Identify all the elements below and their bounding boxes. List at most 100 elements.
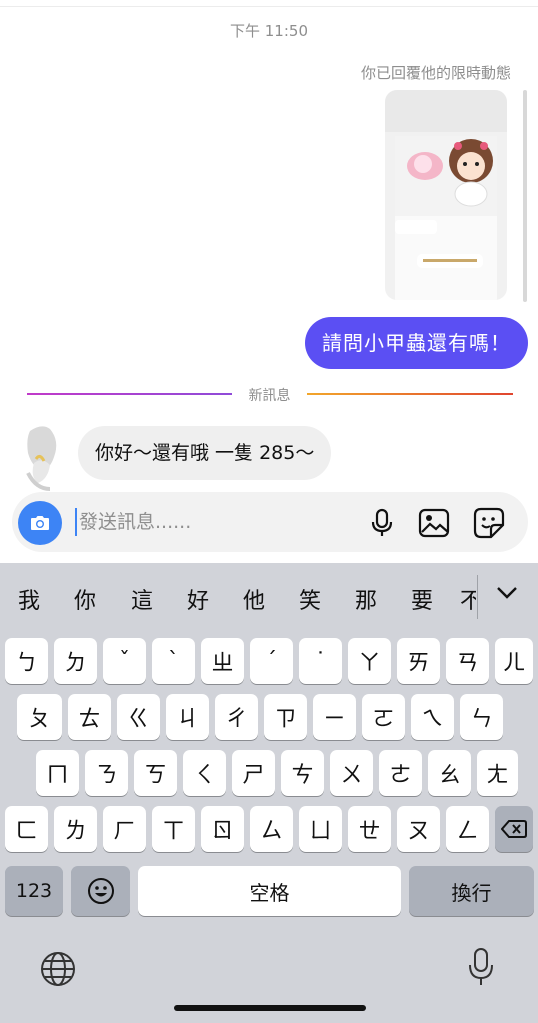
candidate-word[interactable]: 好 (181, 583, 215, 615)
text-caret (75, 508, 77, 536)
chat-thread: 下午 11:50 你已回覆他的限時動態 請問小甲蟲還有嗎！ 新訊息 你好～還有哦… (0, 0, 538, 563)
key[interactable]: ㄊ (68, 694, 111, 740)
candidate-word[interactable]: 你 (68, 583, 102, 615)
key[interactable]: ㄆ (17, 694, 62, 740)
candidate-word[interactable]: 這 (125, 583, 159, 615)
key[interactable]: ㄑ (183, 750, 226, 796)
key-label: ㄚ (358, 651, 381, 676)
key-label: ㄏ (113, 819, 136, 844)
key[interactable]: ㄝ (348, 806, 391, 852)
sticker-icon (473, 507, 505, 539)
key[interactable]: ㄣ (460, 694, 503, 740)
outgoing-message-bubble[interactable]: 請問小甲蟲還有嗎！ (305, 317, 528, 369)
key[interactable]: ㄔ (215, 694, 258, 740)
sticker-button[interactable] (472, 506, 506, 540)
sender-avatar[interactable] (20, 423, 66, 493)
key[interactable]: ㄜ (379, 750, 422, 796)
key[interactable]: ㄗ (264, 694, 307, 740)
key[interactable]: ㄚ (348, 638, 391, 684)
microphone-button[interactable] (365, 506, 399, 540)
key[interactable]: ㄨ (330, 750, 373, 796)
new-messages-label: 新訊息 (248, 388, 291, 404)
key[interactable]: ˇ (103, 638, 146, 684)
key-label: ㄐ (176, 707, 199, 732)
key[interactable]: ㄘ (281, 750, 324, 796)
globe-button[interactable] (39, 950, 77, 992)
expand-candidates-button[interactable] (495, 585, 519, 605)
candidate-word[interactable]: 那 (349, 583, 383, 615)
globe-icon (41, 952, 75, 986)
key[interactable]: ㄢ (446, 638, 489, 684)
key-label: ㄖ (211, 819, 234, 844)
image-icon (418, 508, 450, 538)
scroll-indicator[interactable] (523, 90, 527, 302)
candidate-word[interactable]: 我 (12, 583, 46, 615)
key[interactable]: ㄉ (54, 638, 97, 684)
story-photo (387, 136, 497, 300)
key[interactable]: ㄟ (411, 694, 454, 740)
candidate-bar: 我 你 這 好 他 笑 那 要 不 (0, 563, 538, 633)
key-label: ㄧ (323, 707, 346, 732)
space-key[interactable]: 空格 (138, 866, 401, 916)
key-label: ㄍ (127, 707, 150, 732)
message-timestamp: 下午 11:50 (230, 22, 308, 40)
key-label: ㄝ (358, 819, 381, 844)
candidate-separator (477, 575, 478, 619)
key-label: ㄩ (309, 819, 332, 844)
incoming-message-bubble[interactable]: 你好～還有哦 一隻 285～ (78, 426, 332, 480)
key[interactable]: ㄓ (201, 638, 244, 684)
key[interactable]: ㄖ (201, 806, 244, 852)
key[interactable]: ㄇ (36, 750, 79, 796)
new-messages-divider-left (27, 393, 232, 395)
key[interactable]: ㄈ (5, 806, 48, 852)
key[interactable]: ㄩ (299, 806, 342, 852)
key[interactable]: ㄥ (446, 806, 489, 852)
home-indicator[interactable] (174, 1005, 366, 1011)
key[interactable]: ˙ (299, 638, 342, 684)
key-label: ㄙ (260, 819, 283, 844)
key-label: ㄋ (95, 763, 118, 788)
key[interactable]: ˋ (152, 638, 195, 684)
dictation-button[interactable] (467, 947, 495, 991)
gallery-button[interactable] (417, 506, 451, 540)
emoji-key[interactable] (71, 866, 130, 916)
camera-icon (31, 516, 49, 530)
key[interactable]: ㄧ (313, 694, 356, 740)
story-card-header (385, 90, 507, 132)
key[interactable]: ˊ (250, 638, 293, 684)
key[interactable]: ㄐ (166, 694, 209, 740)
key[interactable]: ㄍ (117, 694, 160, 740)
key[interactable]: ㄤ (477, 750, 518, 796)
key[interactable]: ㄡ (397, 806, 440, 852)
key[interactable]: ㄌ (54, 806, 97, 852)
key[interactable]: ㄙ (250, 806, 293, 852)
backspace-key[interactable] (495, 806, 533, 852)
key[interactable]: ㄞ (397, 638, 440, 684)
microphone-icon (371, 508, 393, 536)
key-label: ㄗ (274, 707, 297, 732)
key[interactable]: ㄏ (103, 806, 146, 852)
candidate-word[interactable]: 要 (405, 583, 439, 615)
candidate-word[interactable]: 他 (237, 583, 271, 615)
key[interactable]: ㄋ (85, 750, 128, 796)
key[interactable]: ㄎ (134, 750, 177, 796)
return-key[interactable]: 換行 (409, 866, 534, 916)
numbers-key[interactable]: 123 (5, 866, 63, 916)
message-input[interactable] (79, 506, 339, 538)
key-label: ˋ (168, 648, 179, 674)
key[interactable]: ㄦ (495, 638, 533, 684)
new-messages-divider-right (307, 393, 513, 395)
key-label: ˙ (315, 648, 326, 674)
key[interactable]: ㄒ (152, 806, 195, 852)
key-label: ㄊ (78, 707, 101, 732)
camera-button[interactable] (18, 501, 62, 545)
candidate-word[interactable]: 不 (460, 583, 476, 615)
key-label: ㄌ (64, 819, 87, 844)
key-label: ㄨ (340, 763, 363, 788)
key[interactable]: ㄛ (362, 694, 405, 740)
key[interactable]: ㄕ (232, 750, 275, 796)
key[interactable]: ㄠ (428, 750, 471, 796)
candidate-word[interactable]: 笑 (293, 583, 327, 615)
story-preview-card[interactable] (385, 90, 507, 300)
key[interactable]: ㄅ (5, 638, 48, 684)
